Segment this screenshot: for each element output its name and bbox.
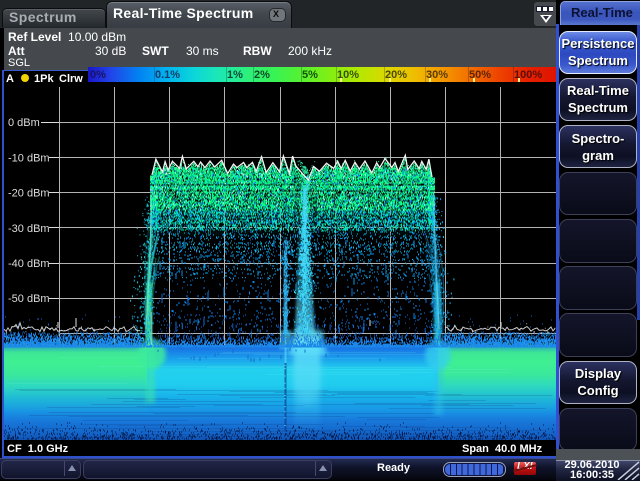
svg-text:-40 dBm: -40 dBm [8,258,50,270]
svg-text:-20 dBm: -20 dBm [8,188,50,200]
svg-text:0 dBm: 0 dBm [8,117,40,129]
svg-text:-50 dBm: -50 dBm [8,293,50,305]
svg-text:-10 dBm: -10 dBm [8,152,50,164]
svg-text:-30 dBm: -30 dBm [8,223,50,235]
